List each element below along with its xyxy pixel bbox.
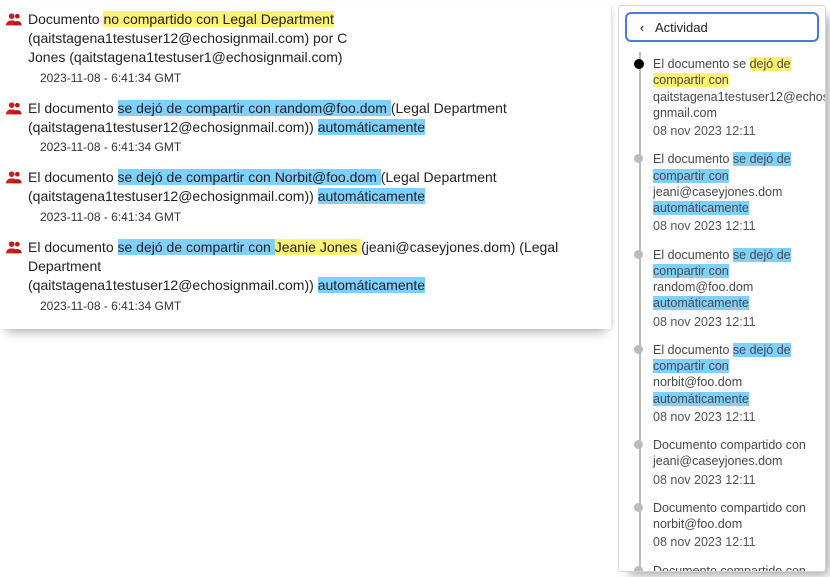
activity-title: Actividad — [655, 20, 708, 35]
activity-date: 08 nov 2023 12:11 — [653, 472, 817, 488]
activity-item[interactable]: Documento compartido connorbit@foo.dom08… — [653, 494, 817, 557]
activity-text: Documento compartido connorbit@foo.dom — [653, 500, 817, 533]
timeline-dot-icon — [634, 566, 643, 572]
chevron-left-icon[interactable]: ‹ — [635, 20, 649, 35]
audit-log-panel: Documento no compartido con Legal Depart… — [0, 0, 612, 329]
activity-text: El documento se dejó decompartir con nor… — [653, 342, 817, 407]
activity-text: El documento se dejó decompartir conjean… — [653, 151, 817, 216]
audit-row: Documento no compartido con Legal Depart… — [0, 6, 611, 89]
activity-text: El documento se dejó decompartir conqait… — [653, 56, 817, 121]
audit-text: El documento se dejó de compartir con No… — [28, 168, 603, 206]
timeline-dot-icon — [634, 154, 643, 163]
person-pair-icon — [6, 170, 23, 184]
audit-date: 2023-11-08 - 6:41:34 GMT — [40, 71, 603, 85]
activity-text: Documento compartido conrandom@foo.dom — [653, 563, 817, 572]
timeline-dot-icon — [634, 503, 643, 512]
activity-item[interactable]: Documento compartido conjeani@caseyjones… — [653, 431, 817, 494]
activity-date: 08 nov 2023 12:11 — [653, 534, 817, 550]
timeline-dot-icon — [634, 59, 644, 69]
activity-date: 08 nov 2023 12:11 — [653, 409, 817, 425]
activity-header[interactable]: ‹ Actividad — [625, 12, 819, 42]
person-pair-icon — [6, 101, 23, 115]
person-pair-icon — [6, 12, 23, 26]
timeline-dot-icon — [634, 345, 643, 354]
activity-text: El documento se dejó decompartir conrand… — [653, 247, 817, 312]
audit-text: El documento se dejó de compartir con ra… — [28, 99, 603, 137]
audit-date: 2023-11-08 - 6:41:34 GMT — [40, 210, 603, 224]
person-pair-icon — [6, 240, 23, 254]
activity-item[interactable]: El documento se dejó decompartir con nor… — [653, 336, 817, 431]
audit-text: El documento se dejó de compartir con Je… — [28, 238, 603, 295]
audit-row: El documento se dejó de compartir con No… — [0, 164, 611, 228]
activity-date: 08 nov 2023 12:11 — [653, 314, 817, 330]
activity-item[interactable]: El documento se dejó decompartir conjean… — [653, 145, 817, 240]
timeline-dot-icon — [634, 440, 643, 449]
audit-text: Documento no compartido con Legal Depart… — [28, 10, 603, 67]
activity-item[interactable]: El documento se dejó decompartir conrand… — [653, 241, 817, 336]
activity-item[interactable]: Documento compartido conrandom@foo.dom08… — [653, 557, 817, 572]
audit-date: 2023-11-08 - 6:41:34 GMT — [40, 140, 603, 154]
activity-date: 08 nov 2023 12:11 — [653, 218, 817, 234]
activity-text: Documento compartido conjeani@caseyjones… — [653, 437, 817, 470]
audit-row: El documento se dejó de compartir con Je… — [0, 234, 611, 317]
audit-date: 2023-11-08 - 6:41:34 GMT — [40, 299, 603, 313]
timeline-dot-icon — [634, 250, 643, 259]
activity-panel: ‹ Actividad El documento se dejó decompa… — [618, 5, 826, 572]
activity-item[interactable]: El documento se dejó decompartir conqait… — [653, 50, 817, 145]
activity-date: 08 nov 2023 12:11 — [653, 123, 817, 139]
audit-row: El documento se dejó de compartir con ra… — [0, 95, 611, 159]
activity-list: El documento se dejó decompartir conqait… — [619, 50, 825, 571]
